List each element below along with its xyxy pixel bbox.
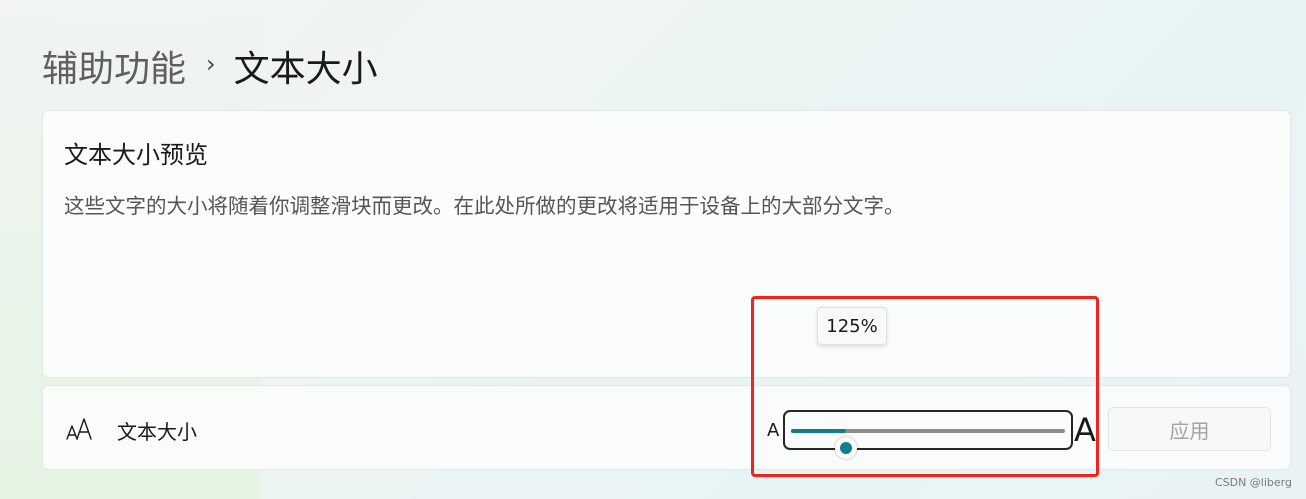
preview-title: 文本大小预览 [64,141,208,169]
slider-fill [791,429,846,433]
apply-button[interactable]: 应用 [1108,407,1271,451]
text-size-slider[interactable] [783,410,1073,459]
watermark: CSDN @liberg [1214,476,1292,489]
breadcrumb: 辅助功能 › 文本大小 [42,40,378,92]
chevron-right-icon: › [206,50,216,78]
slider-value-tooltip: 125% [817,307,887,345]
text-size-preview-card: 文本大小预览 这些文字的大小将随着你调整滑块而更改。在此处所做的更改将适用于设备… [42,110,1291,378]
text-size-setting-row: 文本大小 [42,385,1291,470]
text-size-icon [65,416,95,442]
slider-thumb[interactable] [834,437,857,459]
breadcrumb-parent-link[interactable]: 辅助功能 [42,40,186,92]
preview-text: 这些文字的大小将随着你调整滑块而更改。在此处所做的更改将适用于设备上的大部分文字… [64,194,905,218]
slider-max-label: A [1074,411,1096,449]
text-size-label: 文本大小 [117,420,197,444]
slider-min-label: A [767,420,780,441]
slider-track[interactable] [791,429,1065,459]
page-title: 文本大小 [233,49,378,90]
